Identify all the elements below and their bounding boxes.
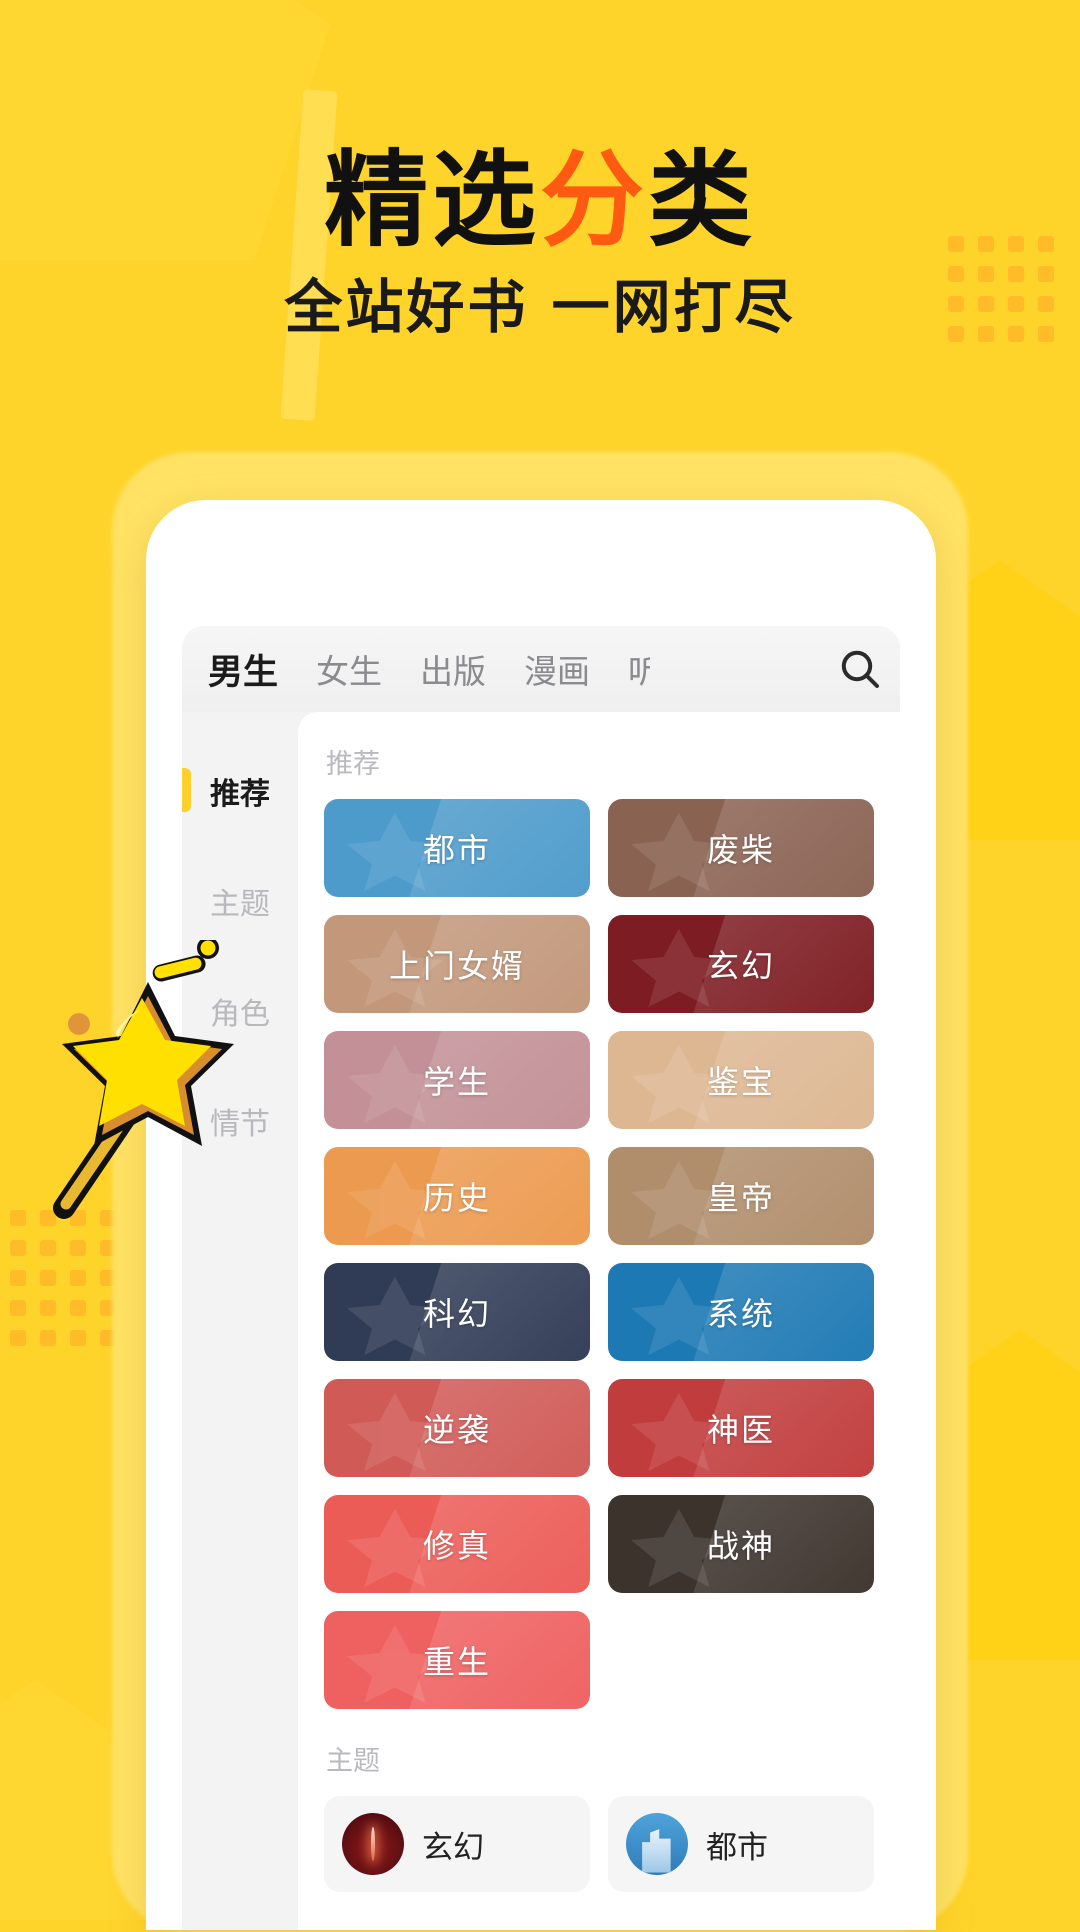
category-tabbar: 男生 女生 出版 漫画 听 (182, 626, 900, 712)
tile-label: 都市 (422, 831, 491, 869)
theme-item-dushi[interactable]: 都市 (608, 1796, 874, 1892)
tile-huangdi[interactable]: 皇帝 (608, 1147, 874, 1245)
sidebar-item-tuijian[interactable]: 推荐 (182, 736, 298, 846)
dushi-icon (626, 1813, 688, 1875)
tile-jianbao[interactable]: 鉴宝 (608, 1031, 874, 1129)
page-subtitle: 全站好书 一网打尽 (284, 273, 796, 341)
tab-manhua[interactable]: 漫画 (524, 645, 590, 693)
tile-label: 历史 (422, 1179, 491, 1217)
theme-label: 玄幻 (422, 1829, 484, 1866)
tile-dushi[interactable]: 都市 (324, 799, 590, 897)
magic-wand-decoration (48, 937, 248, 1220)
app-screen: 男生 女生 出版 漫画 听 推荐 主题 角色 情节 推荐 都市 废柴 上门女婿 … (182, 626, 900, 1930)
category-body: 推荐 主题 角色 情节 推荐 都市 废柴 上门女婿 玄幻 学生 鉴宝 历史 皇帝… (182, 712, 900, 1930)
title-part-1: 精选 (323, 139, 540, 261)
tile-chongsheng[interactable]: 重生 (324, 1611, 590, 1709)
tile-feichai[interactable]: 废柴 (608, 799, 874, 897)
tile-label: 神医 (706, 1411, 775, 1449)
tile-label: 重生 (422, 1643, 491, 1681)
tile-nixi[interactable]: 逆袭 (324, 1379, 590, 1477)
tile-shangmennvxu[interactable]: 上门女婿 (324, 915, 590, 1013)
tile-shenyi[interactable]: 神医 (608, 1379, 874, 1477)
poster-headline: 精选分类 全站好书 一网打尽 (0, 148, 1080, 336)
phone-mockup: 男生 女生 出版 漫画 听 推荐 主题 角色 情节 推荐 都市 废柴 上门女婿 … (146, 500, 936, 1930)
tab-nvsheng[interactable]: 女生 (316, 645, 382, 693)
tab-tingshu[interactable]: 听 (628, 645, 650, 693)
section-title-tuijian: 推荐 (326, 749, 380, 780)
tile-xuesheng[interactable]: 学生 (324, 1031, 590, 1129)
tile-xitong[interactable]: 系统 (608, 1263, 874, 1361)
category-content: 推荐 都市 废柴 上门女婿 玄幻 学生 鉴宝 历史 皇帝 科幻 系统 逆袭 神医… (298, 712, 900, 1930)
tile-label: 皇帝 (706, 1179, 775, 1217)
tile-xiuzhen[interactable]: 修真 (324, 1495, 590, 1593)
theme-label: 都市 (706, 1829, 768, 1866)
tile-label: 科幻 (422, 1295, 491, 1333)
tile-xuanhuan[interactable]: 玄幻 (608, 915, 874, 1013)
title-accent: 分 (539, 139, 648, 261)
tile-lishi[interactable]: 历史 (324, 1147, 590, 1245)
tile-label: 战神 (706, 1527, 775, 1565)
search-icon (836, 645, 884, 693)
theme-list: 玄幻 都市 (298, 1796, 900, 1922)
xuanhuan-icon (342, 1813, 404, 1875)
page-title: 精选分类 (0, 148, 1080, 252)
theme-item-xuanhuan[interactable]: 玄幻 (324, 1796, 590, 1892)
tile-label: 系统 (706, 1295, 775, 1333)
tile-label: 修真 (422, 1527, 491, 1565)
recommend-tile-grid: 都市 废柴 上门女婿 玄幻 学生 鉴宝 历史 皇帝 科幻 系统 逆袭 神医 修真… (298, 799, 900, 1709)
bg-dot-grid-left (10, 1210, 116, 1346)
tile-label: 上门女婿 (388, 947, 525, 985)
tile-label: 鉴宝 (706, 1063, 775, 1101)
tile-label: 玄幻 (706, 947, 775, 985)
category-sidebar: 推荐 主题 角色 情节 (182, 712, 298, 1930)
tile-zhanshen[interactable]: 战神 (608, 1495, 874, 1593)
title-part-2: 类 (648, 139, 757, 261)
tile-label: 废柴 (706, 831, 775, 869)
tab-chuban[interactable]: 出版 (420, 645, 486, 693)
tile-kehuan[interactable]: 科幻 (324, 1263, 590, 1361)
tab-nansheng[interactable]: 男生 (208, 644, 278, 695)
search-button[interactable] (830, 639, 890, 699)
tile-label: 逆袭 (422, 1411, 491, 1449)
tile-label: 学生 (422, 1063, 491, 1101)
section-title-zhuti: 主题 (326, 1746, 380, 1777)
